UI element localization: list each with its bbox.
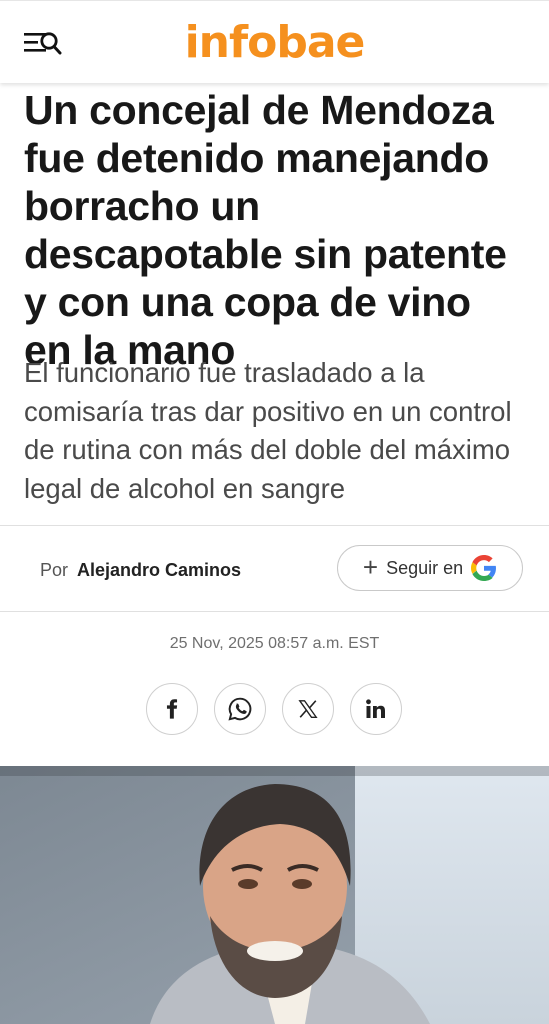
- share-linkedin-button[interactable]: [350, 683, 402, 735]
- linkedin-icon: [366, 699, 385, 718]
- top-bar: infobae: [0, 0, 549, 83]
- portrait-image: [0, 766, 549, 1024]
- divider: [0, 525, 549, 526]
- share-x-button[interactable]: [282, 683, 334, 735]
- facebook-icon: [166, 699, 178, 719]
- google-g-icon: [471, 555, 497, 581]
- article-photo[interactable]: [0, 766, 549, 1024]
- follow-on-google-button[interactable]: + Seguir en: [337, 545, 523, 591]
- plus-icon: +: [362, 552, 379, 582]
- article-page: infobae Un concejal de Mendoza fue deten…: [0, 0, 549, 1024]
- byline: Por Alejandro Caminos: [40, 558, 241, 582]
- article-subtitle: El funcionario fue trasladado a la comis…: [24, 357, 512, 504]
- whatsapp-icon: [228, 697, 252, 721]
- byline-prefix: Por: [40, 560, 69, 580]
- share-whatsapp-button[interactable]: [214, 683, 266, 735]
- publish-date: 25 Nov, 2025 08:57 a.m. EST: [169, 635, 380, 652]
- author-name[interactable]: Alejandro Caminos: [77, 560, 241, 580]
- follow-label: Seguir en: [386, 557, 464, 578]
- x-icon: [298, 700, 318, 718]
- infobae-logo[interactable]: infobae: [0, 15, 549, 71]
- divider: [0, 611, 549, 612]
- share-facebook-button[interactable]: [146, 683, 198, 735]
- article-title: Un concejal de Mendoza fue detenido mane…: [24, 87, 507, 373]
